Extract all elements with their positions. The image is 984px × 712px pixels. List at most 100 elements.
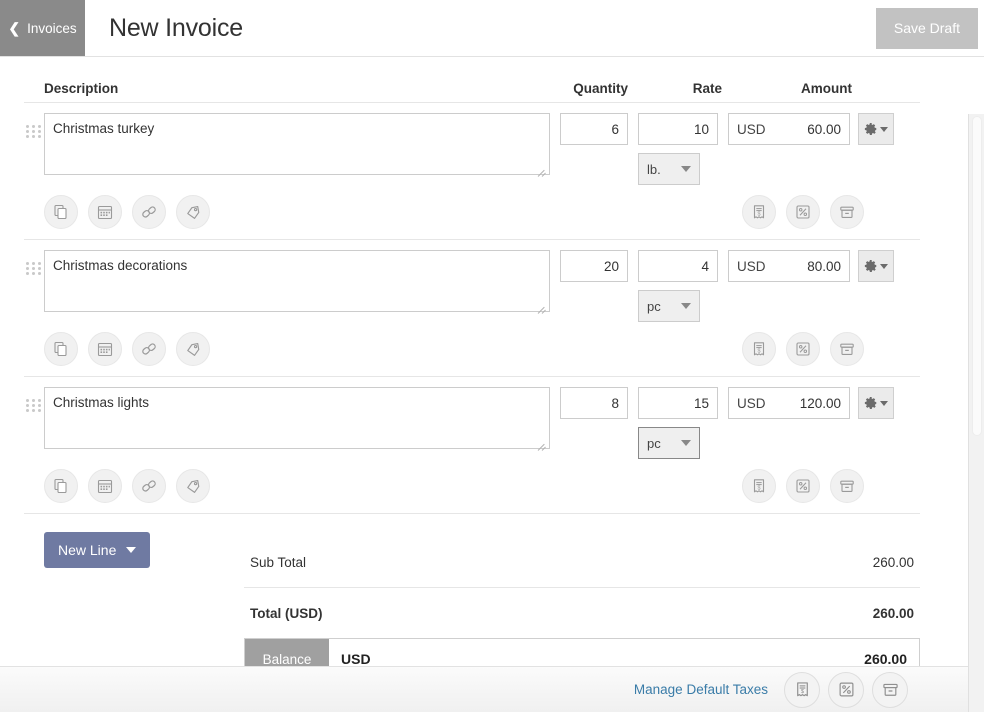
receipt-icon[interactable]: $ <box>784 671 820 708</box>
invoice-content: Description Quantity Rate Amount Christm… <box>0 57 968 680</box>
quantity-input[interactable] <box>560 113 628 145</box>
amount-display: USD 120.00 <box>728 387 850 419</box>
line-item-row: lb. USD 60.00 <box>24 103 920 240</box>
balance-value: 260.00 <box>864 651 907 667</box>
tag-icon[interactable] <box>176 469 210 503</box>
archive-icon[interactable] <box>830 332 864 366</box>
line-item-fields: pc USD 80.00 <box>24 250 920 322</box>
archive-icon[interactable] <box>872 671 908 708</box>
chevron-down-icon <box>681 440 691 446</box>
rate-input[interactable] <box>638 387 718 419</box>
scrollbar-thumb[interactable] <box>972 116 982 436</box>
tag-icon[interactable] <box>176 195 210 229</box>
line-item-icon-toolbar-right: $ <box>742 469 920 503</box>
receipt-icon[interactable]: $ <box>742 332 776 366</box>
unit-select[interactable]: pc <box>638 290 700 322</box>
link-icon[interactable] <box>132 469 166 503</box>
description-input[interactable] <box>44 113 550 175</box>
sub-total-row: Sub Total 260.00 <box>244 538 920 588</box>
totals-section: New Line Sub Total 260.00 Total (USD) 26… <box>24 514 920 680</box>
receipt-icon[interactable]: $ <box>742 195 776 229</box>
chevron-left-icon: ❮ <box>8 20 21 36</box>
total-row: Total (USD) 260.00 <box>244 588 920 638</box>
totals-right-column: Sub Total 260.00 Total (USD) 260.00 Bala… <box>244 532 920 680</box>
chevron-down-icon <box>880 263 888 269</box>
amount-currency: USD <box>737 121 766 137</box>
line-item-icon-toolbar-right: $ <box>742 332 920 366</box>
copy-icon[interactable] <box>44 469 78 503</box>
drag-handle-icon[interactable] <box>24 387 44 412</box>
column-header-quantity: Quantity <box>573 81 628 96</box>
description-input[interactable] <box>44 387 550 449</box>
receipt-icon[interactable]: $ <box>742 469 776 503</box>
quantity-input[interactable] <box>560 250 628 282</box>
save-draft-button[interactable]: Save Draft <box>875 7 978 49</box>
drag-handle-icon[interactable] <box>24 113 44 138</box>
totals-left-column: New Line <box>24 532 244 680</box>
amount-display: USD 80.00 <box>728 250 850 282</box>
percent-icon[interactable] <box>828 671 864 708</box>
back-button-label: Invoices <box>27 20 77 36</box>
sub-total-label: Sub Total <box>250 555 307 570</box>
rate-input[interactable] <box>638 250 718 282</box>
new-line-button[interactable]: New Line <box>44 532 151 568</box>
app-header: ❮ Invoices New Invoice Save Draft <box>0 0 984 57</box>
page-title: New Invoice <box>109 13 243 42</box>
amount-value: 80.00 <box>807 258 841 274</box>
line-item-fields: pc USD 120.00 <box>24 387 920 459</box>
header-spacer <box>243 0 876 56</box>
rate-cell: pc <box>638 250 718 322</box>
line-item-row: pc USD 120.00 <box>24 377 920 514</box>
new-line-button-label: New Line <box>58 542 117 558</box>
sub-total-value: 260.00 <box>872 555 914 570</box>
drag-handle-icon[interactable] <box>24 250 44 275</box>
total-label: Total (USD) <box>250 605 323 621</box>
line-item-settings-button[interactable] <box>858 113 894 145</box>
unit-select[interactable]: lb. <box>638 153 700 185</box>
tag-icon[interactable] <box>176 332 210 366</box>
link-icon[interactable] <box>132 195 166 229</box>
calendar-icon[interactable] <box>88 332 122 366</box>
archive-icon[interactable] <box>830 469 864 503</box>
percent-icon[interactable] <box>786 195 820 229</box>
line-item-settings-button[interactable] <box>858 387 894 419</box>
amount-value: 120.00 <box>799 395 841 411</box>
calendar-icon[interactable] <box>88 469 122 503</box>
calendar-icon[interactable] <box>88 195 122 229</box>
percent-icon[interactable] <box>786 469 820 503</box>
rate-input[interactable] <box>638 113 718 145</box>
unit-select-value: pc <box>647 298 661 314</box>
back-to-invoices-button[interactable]: ❮ Invoices <box>0 0 85 56</box>
line-item-icon-toolbar-right: $ <box>742 195 920 229</box>
caret-down-icon <box>126 547 137 553</box>
copy-icon[interactable] <box>44 332 78 366</box>
line-items-table-header: Description Quantity Rate Amount <box>24 57 920 103</box>
gear-icon <box>864 397 877 409</box>
unit-select-value: pc <box>647 435 661 451</box>
unit-select-value: lb. <box>647 161 661 177</box>
amount-display: USD 60.00 <box>728 113 850 145</box>
vertical-scrollbar[interactable] <box>968 114 984 712</box>
footer-toolbar: Manage Default Taxes $ <box>0 666 968 712</box>
manage-default-taxes-link[interactable]: Manage Default Taxes <box>634 682 768 697</box>
unit-select[interactable]: pc <box>638 427 700 459</box>
description-input[interactable] <box>44 250 550 312</box>
archive-icon[interactable] <box>830 195 864 229</box>
save-draft-container: Save Draft <box>875 0 984 56</box>
invoice-body: Description Quantity Rate Amount Christm… <box>0 57 984 712</box>
line-item-icon-toolbar: $ <box>24 330 920 368</box>
line-item-row: pc USD 80.00 <box>24 240 920 377</box>
copy-icon[interactable] <box>44 195 78 229</box>
chevron-down-icon <box>880 126 888 132</box>
line-item-settings-button[interactable] <box>858 250 894 282</box>
percent-icon[interactable] <box>786 332 820 366</box>
invoice-editor-app: ❮ Invoices New Invoice Save Draft Descri… <box>0 0 984 712</box>
quantity-input[interactable] <box>560 387 628 419</box>
svg-text:$: $ <box>758 211 761 217</box>
rate-cell: lb. <box>638 113 718 185</box>
description-field-wrapper <box>44 387 550 454</box>
link-icon[interactable] <box>132 332 166 366</box>
column-header-amount: Amount <box>801 81 852 96</box>
chevron-down-icon <box>681 303 691 309</box>
column-header-rate: Rate <box>692 81 722 96</box>
